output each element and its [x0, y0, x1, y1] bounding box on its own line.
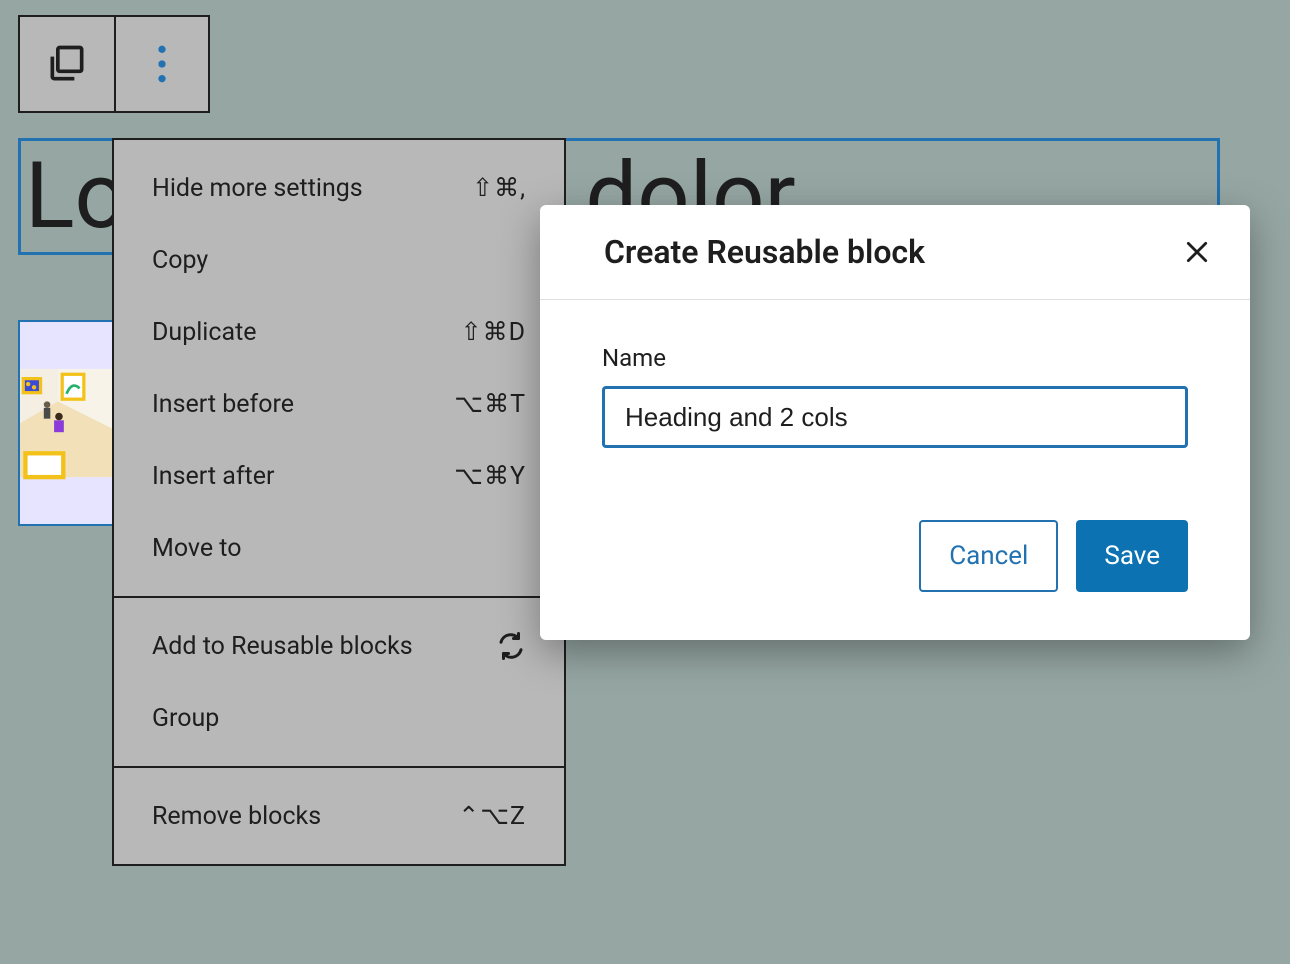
menu-item-label: Insert before [152, 390, 294, 419]
menu-item-label: Duplicate [152, 318, 257, 347]
copy-icon [45, 42, 89, 86]
menu-item-label: Insert after [152, 462, 274, 491]
modal-header: Create Reusable block [540, 205, 1250, 300]
menu-item-add-to-reusable[interactable]: Add to Reusable blocks [114, 610, 564, 682]
modal-footer: Cancel Save [540, 520, 1250, 640]
menu-item-label: Move to [152, 534, 242, 563]
close-icon [1184, 239, 1210, 265]
menu-item-label: Copy [152, 246, 208, 275]
menu-section-2: Add to Reusable blocks Group [114, 596, 564, 766]
image-block[interactable] [18, 320, 114, 526]
menu-item-shortcut: ⌃⌥Z [458, 801, 526, 831]
modal-title: Create Reusable block [604, 233, 925, 271]
menu-item-group[interactable]: Group [114, 682, 564, 754]
menu-section-3: Remove blocks ⌃⌥Z [114, 766, 564, 864]
block-options-menu: Hide more settings ⇧⌘, Copy Duplicate ⇧⌘… [112, 138, 566, 866]
menu-item-copy[interactable]: Copy [114, 224, 564, 296]
menu-item-insert-after[interactable]: Insert after ⌥⌘Y [114, 440, 564, 512]
cancel-button[interactable]: Cancel [919, 520, 1058, 592]
menu-item-insert-before[interactable]: Insert before ⌥⌘T [114, 368, 564, 440]
menu-item-label: Hide more settings [152, 174, 363, 203]
block-type-button[interactable] [20, 17, 114, 111]
menu-item-shortcut: ⌥⌘T [454, 389, 526, 419]
menu-item-move-to[interactable]: Move to [114, 512, 564, 584]
menu-section-1: Hide more settings ⇧⌘, Copy Duplicate ⇧⌘… [114, 140, 564, 596]
block-toolbar [18, 15, 210, 113]
modal-body: Name [540, 300, 1250, 520]
name-input[interactable] [602, 386, 1188, 448]
menu-item-shortcut: ⇧⌘D [461, 317, 526, 347]
menu-item-label: Group [152, 704, 219, 733]
menu-item-shortcut: ⇧⌘, [472, 173, 526, 203]
cancel-button-label: Cancel [949, 541, 1028, 571]
create-reusable-block-modal: Create Reusable block Name Cancel Save [540, 205, 1250, 640]
menu-item-label: Add to Reusable blocks [152, 632, 413, 661]
save-button[interactable]: Save [1076, 520, 1188, 592]
more-vertical-icon [150, 42, 174, 86]
name-field-label: Name [602, 344, 1188, 372]
reusable-icon [496, 631, 526, 661]
save-button-label: Save [1104, 541, 1160, 571]
modal-close-button[interactable] [1180, 235, 1214, 269]
menu-item-hide-more-settings[interactable]: Hide more settings ⇧⌘, [114, 152, 564, 224]
menu-item-duplicate[interactable]: Duplicate ⇧⌘D [114, 296, 564, 368]
menu-item-label: Remove blocks [152, 802, 321, 831]
menu-item-shortcut: ⌥⌘Y [454, 461, 526, 491]
menu-item-remove-blocks[interactable]: Remove blocks ⌃⌥Z [114, 780, 564, 852]
more-options-button[interactable] [114, 17, 208, 111]
gallery-illustration-icon [20, 323, 112, 523]
